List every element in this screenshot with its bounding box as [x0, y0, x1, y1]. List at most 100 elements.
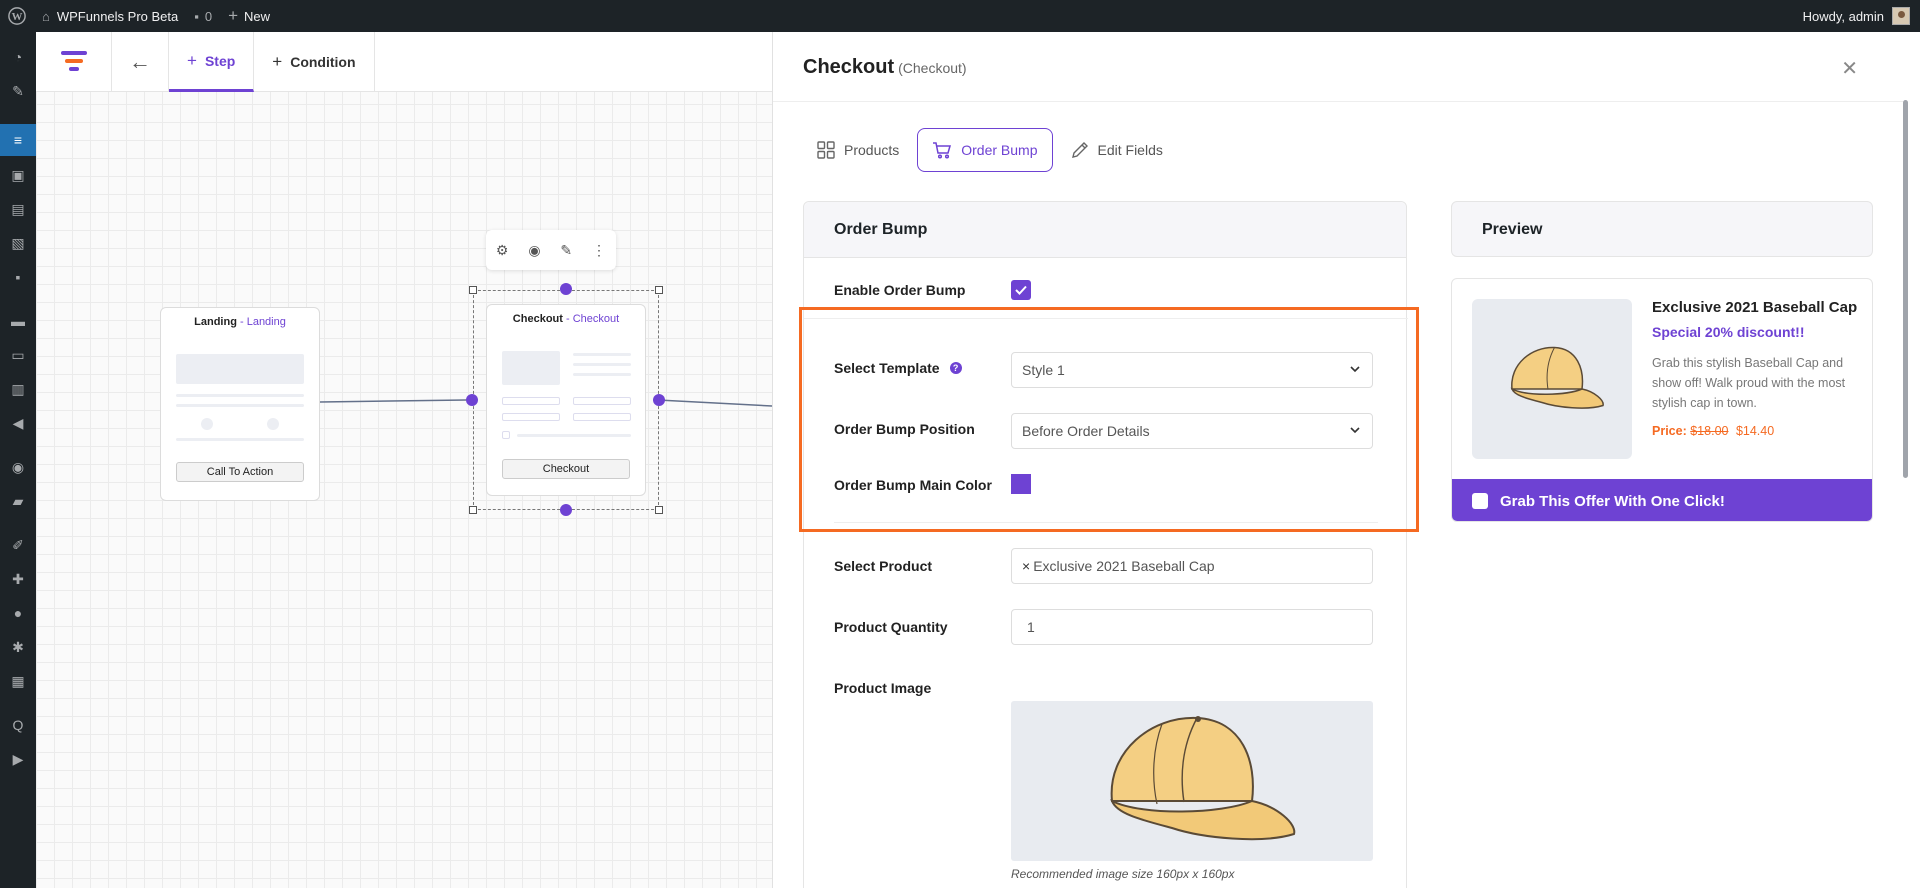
skeleton-field — [502, 397, 560, 405]
elementor-icon[interactable]: ◉ — [9, 458, 27, 476]
analytics-icon[interactable]: ▥ — [9, 380, 27, 398]
grab-offer-checkbox-bar[interactable]: Grab This Offer With One Click! — [1452, 479, 1872, 521]
plus-icon: + — [187, 50, 197, 70]
back-arrow-icon[interactable]: ← — [112, 32, 169, 92]
account-menu[interactable]: Howdy, admin — [1795, 0, 1920, 32]
new-content-link[interactable]: + New — [220, 0, 278, 32]
tab-edit-fields[interactable]: Edit Fields — [1057, 128, 1177, 172]
connection-lines — [319, 399, 772, 407]
select-product-label: Select Product — [834, 558, 933, 574]
skeleton-line — [176, 438, 304, 441]
product-image[interactable] — [1011, 701, 1373, 861]
svg-text:W: W — [12, 11, 23, 23]
pin-icon[interactable]: ✎ — [9, 82, 27, 100]
skeleton-field — [502, 413, 560, 421]
cart-icon — [933, 142, 952, 159]
comments-count: 0 — [204, 8, 213, 24]
call-to-action-button[interactable]: Call To Action — [176, 462, 304, 482]
preview-price: Price: $18.00 $14.40 — [1652, 424, 1775, 438]
tab-order-bump[interactable]: Order Bump — [917, 128, 1053, 172]
funnel-canvas[interactable]: Landing - Landing Call To Action ⚙ ◉ ✎ ⋮… — [36, 32, 772, 888]
skeleton-line — [517, 434, 631, 437]
grid-icon — [817, 141, 835, 159]
resize-handle[interactable] — [469, 286, 477, 294]
right-connector-dot[interactable] — [653, 394, 665, 406]
preview-product-image — [1472, 299, 1632, 459]
skeleton-line — [176, 394, 304, 397]
preview-product-title: Exclusive 2021 Baseball Cap — [1652, 299, 1858, 316]
skeleton-line — [176, 404, 304, 407]
site-name: WPFunnels Pro Beta — [56, 8, 179, 24]
checkout-node-button[interactable]: Checkout — [502, 459, 630, 479]
selected-product: Exclusive 2021 Baseball Cap — [1033, 558, 1215, 574]
new-price: $14.40 — [1735, 424, 1775, 438]
q-plugin-icon[interactable]: Q — [9, 716, 27, 734]
resize-handle[interactable] — [655, 506, 663, 514]
products-icon[interactable]: ▧ — [9, 234, 27, 252]
landing-node[interactable]: Landing - Landing Call To Action — [160, 307, 320, 501]
site-name-link[interactable]: ⌂ WPFunnels Pro Beta — [34, 0, 186, 32]
pencil-icon[interactable]: ✎ — [560, 242, 572, 259]
canvas-topnav: ← + Step + Condition — [36, 32, 772, 92]
appearance-icon[interactable]: ✐ — [9, 536, 27, 554]
left-connector-dot[interactable] — [466, 394, 478, 406]
dashboard-icon[interactable]: ◔ — [9, 48, 27, 66]
pencil-icon — [1071, 142, 1088, 158]
order-bump-settings: Order Bump Enable Order Bump Select Temp… — [803, 201, 1408, 888]
tab-step-label: Step — [204, 52, 236, 69]
more-vertical-icon[interactable]: ⋮ — [592, 242, 606, 259]
templates-icon[interactable]: ▰ — [9, 492, 27, 510]
tab-order-bump-label: Order Bump — [961, 142, 1038, 158]
resize-handle[interactable] — [655, 286, 663, 294]
old-price: $18.00 — [1690, 424, 1729, 438]
greeting-text: Howdy, admin — [1802, 8, 1884, 24]
skeleton-field — [573, 397, 631, 405]
skeleton-line — [573, 353, 631, 356]
skeleton-field — [573, 413, 631, 421]
new-label: New — [244, 8, 271, 24]
bottom-connector-dot[interactable] — [560, 504, 572, 516]
tab-products[interactable]: Products — [803, 128, 913, 172]
enable-order-bump-checkbox[interactable] — [1011, 280, 1031, 300]
checkmark-icon — [1015, 285, 1027, 295]
product-select[interactable]: × Exclusive 2021 Baseball Cap — [1011, 548, 1373, 584]
tools-icon[interactable]: ✱ — [9, 638, 27, 656]
enable-order-bump-label: Enable Order Bump — [834, 282, 966, 298]
plugins-icon[interactable]: ✚ — [9, 570, 27, 588]
wpfunnels-logo-icon[interactable] — [36, 32, 112, 92]
comments-link[interactable]: ▪ 0 — [186, 0, 220, 32]
skeleton-checkbox — [502, 431, 510, 439]
pages-icon[interactable]: ▤ — [9, 200, 27, 218]
eye-icon[interactable]: ◉ — [528, 242, 540, 259]
checkout-node[interactable]: Checkout - Checkout Checkout — [486, 304, 646, 496]
close-icon[interactable]: ✕ — [1841, 56, 1858, 81]
top-connector-dot[interactable] — [560, 283, 572, 295]
quantity-input[interactable]: 1 — [1011, 609, 1373, 645]
skeleton-circle — [267, 418, 279, 430]
product-quantity-label: Product Quantity — [834, 619, 948, 635]
tab-edit-fields-label: Edit Fields — [1097, 142, 1163, 158]
tab-condition[interactable]: + Condition — [254, 32, 375, 92]
marketing-icon[interactable]: ◀ — [9, 414, 27, 432]
resize-handle[interactable] — [469, 506, 477, 514]
checkout-node-title: Checkout - Checkout — [512, 313, 620, 325]
preview-discount-text: Special 20% discount!! — [1652, 324, 1805, 340]
panel-title: Checkout (Checkout) — [803, 56, 967, 78]
woocommerce-icon[interactable]: ▬ — [9, 312, 27, 330]
remove-product-icon[interactable]: × — [1022, 558, 1030, 574]
tab-step[interactable]: + Step — [169, 32, 255, 92]
wordpress-logo-icon[interactable]: W — [0, 0, 34, 32]
node-toolbar: ⚙ ◉ ✎ ⋮ — [486, 230, 616, 270]
play-icon[interactable]: ▶ — [9, 750, 27, 768]
settings-icon[interactable]: ▦ — [9, 672, 27, 690]
media-icon[interactable]: ▣ — [9, 166, 27, 184]
landing-node-title: Landing - Landing — [194, 316, 286, 328]
offer-checkbox[interactable] — [1472, 493, 1488, 509]
gear-icon[interactable]: ⚙ — [496, 242, 509, 259]
orders-icon[interactable]: ▭ — [9, 346, 27, 364]
comments-icon[interactable]: ▪ — [9, 268, 27, 286]
plus-icon: + — [272, 52, 283, 71]
landing-thumb — [176, 354, 304, 384]
users-icon[interactable]: ● — [9, 604, 27, 622]
page-scrollbar[interactable] — [1903, 100, 1908, 478]
